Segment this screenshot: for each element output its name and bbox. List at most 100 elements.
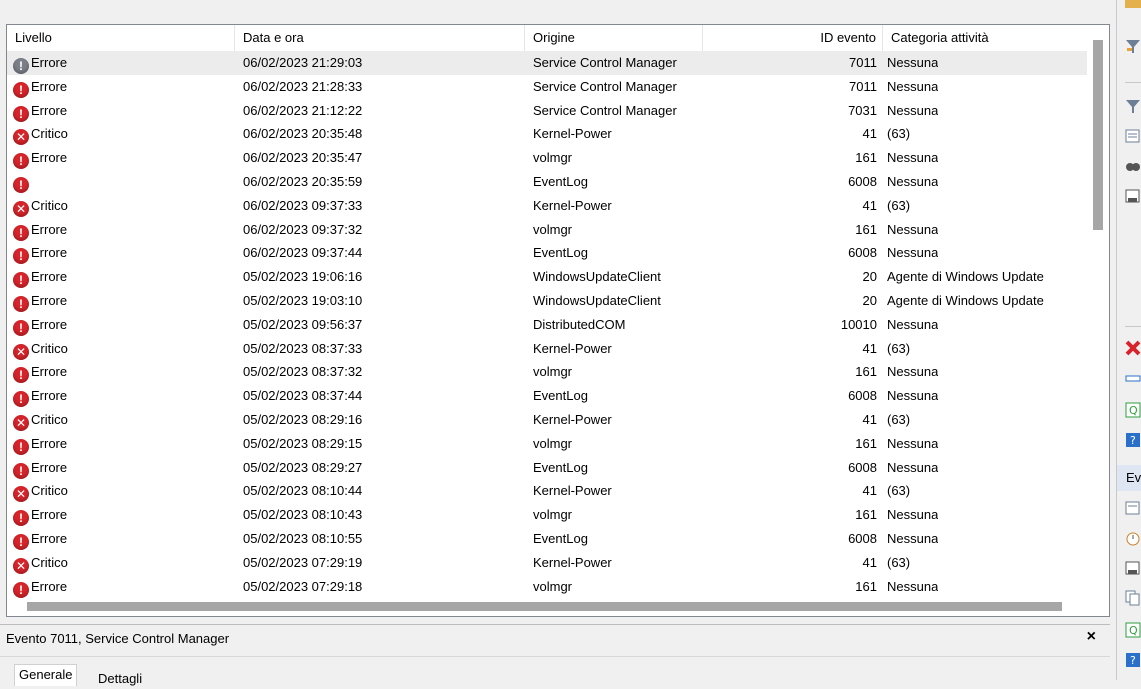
level-text: Errore [31,269,68,285]
cell-datetime: 05/02/2023 08:37:33 [243,340,363,356]
cell-datetime: 05/02/2023 09:56:37 [243,316,363,332]
horizontal-scrollbar[interactable] [27,602,1062,611]
cell-source: EventLog [533,174,588,189]
table-row[interactable]: ! Errore 05/02/2023 08:37:32 volmgr 161 Nessu… [7,360,1087,384]
table-row[interactable]: ! Errore 05/02/2023 08:29:15 volmgr 161 Nessu… [7,432,1087,456]
cell-datetime: 05/02/2023 08:29:16 [243,412,363,427]
cell-event-id: 41 [862,412,877,427]
help-icon[interactable]: ? [1125,652,1141,668]
cell-category: Nessuna [887,507,939,523]
delete-icon[interactable] [1125,340,1141,356]
cell-source: Service Control Manager [533,78,677,94]
table-row[interactable]: ! Errore 05/02/2023 19:06:16 WindowsUpdateC… [7,265,1087,289]
level-text: Errore [31,531,68,546]
vertical-scroll-thumb[interactable] [1093,40,1103,230]
cell-source: volmgr [533,578,573,594]
close-icon[interactable]: × [1087,628,1096,646]
cell-category: Agente di Windows Update [887,269,1044,285]
cell-source: Service Control Manager [533,55,677,70]
table-row[interactable]: ! Errore 06/02/2023 21:28:33 Service Contro… [7,75,1087,99]
attach-task-icon[interactable] [1125,530,1141,546]
error-icon: ! [13,367,29,384]
error-icon: ! [13,581,29,598]
table-row[interactable]: ! Errore 05/02/2023 08:10:55 EventLog 6008 Ne… [7,527,1087,551]
cell-event-id: 7031 [848,102,877,118]
refresh-icon[interactable]: Q [1125,402,1141,418]
table-row[interactable]: ✕ Critico 05/02/2023 08:29:16 Kernel-Power 4… [7,408,1087,432]
column-header-event-id[interactable]: ID evento [703,25,883,51]
save-event-icon[interactable] [1125,560,1141,576]
table-row[interactable]: ! Errore 06/02/2023 21:12:22 Service Contro… [7,99,1087,123]
svg-text:?: ? [1130,434,1136,447]
events-grid[interactable]: Livello Data e ora Origine ID evento Cat… [6,24,1110,617]
cell-level: ✕ Critico [13,194,233,218]
column-header-category[interactable]: Categoria attività [883,25,1087,51]
find-icon[interactable] [1125,158,1141,174]
cell-event-id: 10010 [840,316,877,332]
filter-icon[interactable] [1125,38,1141,54]
cell-event-id: 41 [862,340,877,356]
cell-level: ✕ Critico [13,122,233,146]
rename-icon[interactable] [1125,370,1141,386]
tab-general[interactable]: Generale [14,664,78,686]
vertical-scrollbar[interactable] [1091,35,1105,605]
column-header-datetime[interactable]: Data e ora [235,25,525,51]
tab-details[interactable]: Dettagli [94,669,146,689]
cell-datetime: 05/02/2023 19:06:16 [243,269,363,285]
level-text: Errore [31,507,68,523]
level-text: Errore [31,578,68,594]
cell-level: ✕ Critico [13,337,233,361]
critical-icon: ✕ [13,343,29,360]
svg-text:Q: Q [1129,404,1138,417]
table-row[interactable]: ! Errore 05/02/2023 08:10:43 volmgr 161 Nessu… [7,503,1087,527]
event-properties-icon[interactable] [1125,500,1141,516]
cell-event-id: 7011 [849,55,877,70]
cell-datetime: 05/02/2023 08:29:15 [243,435,363,451]
error-icon: ! [13,153,29,170]
column-header-source[interactable]: Origine [525,25,703,51]
cell-datetime: 05/02/2023 08:10:43 [243,507,363,523]
help-icon[interactable]: ? [1125,432,1141,448]
cell-datetime: 05/02/2023 07:29:18 [243,578,363,594]
table-row[interactable]: ! Errore 06/02/2023 09:37:44 EventLog 6008 Ne… [7,241,1087,265]
save-icon[interactable] [1125,188,1141,204]
table-row[interactable]: ✕ Critico 06/02/2023 20:35:48 Kernel-Power 4… [7,122,1087,146]
svg-text:Q: Q [1129,624,1138,637]
table-row[interactable]: ! Errore 06/02/2023 09:37:32 volmgr 161 Nessu… [7,218,1087,242]
cell-level: ! Errore [13,575,233,599]
table-row[interactable]: ✕ Critico 05/02/2023 08:10:44 Kernel-Power 4… [7,479,1087,503]
column-header-level[interactable]: Livello [7,25,235,51]
cell-datetime: 06/02/2023 20:35:48 [243,126,363,142]
cell-datetime: 05/02/2023 08:29:27 [243,459,363,475]
error-icon: ! [13,462,29,479]
properties-icon[interactable] [1125,128,1141,144]
cell-category: Nessuna [887,435,939,451]
table-row[interactable]: ✕ Critico 06/02/2023 09:37:33 Kernel-Power 4… [7,194,1087,218]
folder-icon[interactable] [1125,0,1141,8]
table-row[interactable]: ! Errore 05/02/2023 08:37:44 EventLog 6008 Ne… [7,384,1087,408]
table-row[interactable]: ! Errore 05/02/2023 08:29:27 EventLog 6008 Ne… [7,456,1087,480]
cell-level: ! Errore [13,313,233,337]
level-text: Errore [31,364,68,380]
table-row[interactable]: ! Errore 05/02/2023 09:56:37 DistributedCOM… [7,313,1087,337]
table-row[interactable]: ! Errore 05/02/2023 19:03:10 WindowsUpdateC… [7,289,1087,313]
table-row[interactable]: ✕ Critico 05/02/2023 08:37:33 Kernel-Power 4… [7,337,1087,361]
level-text: Critico [31,483,68,499]
cell-level: ! Errore [13,146,233,170]
table-row[interactable]: ✕ Critico 05/02/2023 07:29:19 Kernel-Power 4… [7,551,1087,575]
cell-event-id: 161 [855,507,877,523]
cell-event-id: 6008 [848,459,877,475]
table-row[interactable]: ! 06/02/2023 20:35:59 EventLog 6008 Nessuna [7,170,1087,194]
cell-event-id: 161 [855,221,877,237]
level-text: Critico [31,412,68,427]
filter-icon[interactable] [1125,98,1141,114]
copy-icon[interactable] [1125,590,1141,606]
table-row[interactable]: ! Errore 05/02/2023 07:29:18 volmgr 161 Nessu… [7,575,1087,599]
level-text: Errore [31,316,68,332]
cell-category: Nessuna [887,316,939,332]
table-row[interactable]: ! Errore 06/02/2023 21:29:03 Service Contro… [7,51,1087,75]
refresh-icon[interactable]: Q [1125,622,1141,638]
error-icon: ! [13,391,29,408]
cell-category: Agente di Windows Update [887,293,1044,308]
table-row[interactable]: ! Errore 06/02/2023 20:35:47 volmgr 161 Nessu… [7,146,1087,170]
